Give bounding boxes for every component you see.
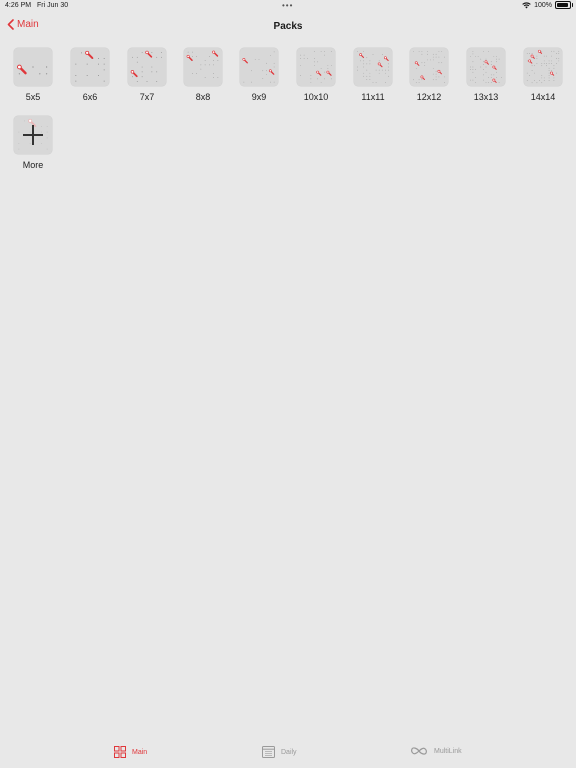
pack-thumbnail: [71, 48, 109, 86]
pack-9x9[interactable]: 9x9: [231, 48, 287, 102]
pack-10x10[interactable]: 10x10: [288, 48, 344, 102]
battery-percent: 100%: [534, 1, 552, 9]
status-bar: 4:26 PM Fri Jun 30 ••• 100%: [0, 0, 576, 12]
pack-thumbnail: [354, 48, 392, 86]
pack-thumbnail: [467, 48, 505, 86]
pack-label: 7x7: [139, 92, 155, 102]
pack-13x13[interactable]: 13x13: [458, 48, 514, 102]
pack-8x8[interactable]: 8x8: [175, 48, 231, 102]
tab-multilink-label: MultiLink: [434, 747, 462, 755]
plus-icon: [14, 116, 52, 154]
pack-11x11[interactable]: 11x11: [345, 48, 401, 102]
pack-label: 10x10: [303, 92, 329, 102]
tab-daily-label: Daily: [281, 748, 297, 756]
pack-label: 5x5: [25, 92, 41, 102]
pack-label: 14x14: [530, 92, 556, 102]
pack-12x12[interactable]: 12x12: [401, 48, 457, 102]
status-indicators: 100%: [522, 1, 573, 9]
pack-label: 13x13: [473, 92, 499, 102]
more-packs-button[interactable]: More: [5, 116, 61, 170]
pack-7x7[interactable]: 7x7: [119, 48, 175, 102]
pack-thumbnail: [14, 48, 52, 86]
pack-thumbnail: [184, 48, 222, 86]
status-date: Fri Jun 30: [37, 2, 69, 9]
more-dots-icon[interactable]: •••: [282, 1, 293, 10]
pack-label: 12x12: [416, 92, 442, 102]
tab-main-label: Main: [132, 748, 148, 756]
infinity-icon: [411, 747, 427, 755]
tab-multilink[interactable]: MultiLink: [410, 746, 462, 756]
pack-label: 6x6: [82, 92, 98, 102]
pack-thumbnail: [297, 48, 335, 86]
tab-main[interactable]: Main: [114, 746, 147, 758]
pack-5x5[interactable]: 5x5: [5, 48, 61, 102]
pack-thumbnail: [240, 48, 278, 86]
pack-6x6[interactable]: 6x6: [62, 48, 118, 102]
pack-label: 8x8: [195, 92, 211, 102]
navigation-bar: Main Packs: [0, 14, 576, 38]
pack-14x14[interactable]: 14x14: [515, 48, 571, 102]
pack-thumbnail: [128, 48, 166, 86]
more-label: More: [22, 160, 44, 170]
calendar-icon: [262, 746, 275, 758]
battery-icon: [555, 1, 573, 9]
page-title: Packs: [273, 21, 303, 32]
tab-daily[interactable]: Daily: [262, 746, 297, 758]
pack-label: 9x9: [251, 92, 267, 102]
status-time: 4:26 PM: [5, 2, 32, 9]
pack-thumbnail: [410, 48, 448, 86]
pack-thumbnail: [524, 48, 562, 86]
pack-label: 11x11: [361, 92, 385, 102]
tab-bar: Main Daily MultiLink: [0, 740, 576, 768]
wifi-icon: [522, 1, 531, 8]
more-thumbnail: [14, 116, 52, 154]
grid-icon: [114, 746, 126, 758]
